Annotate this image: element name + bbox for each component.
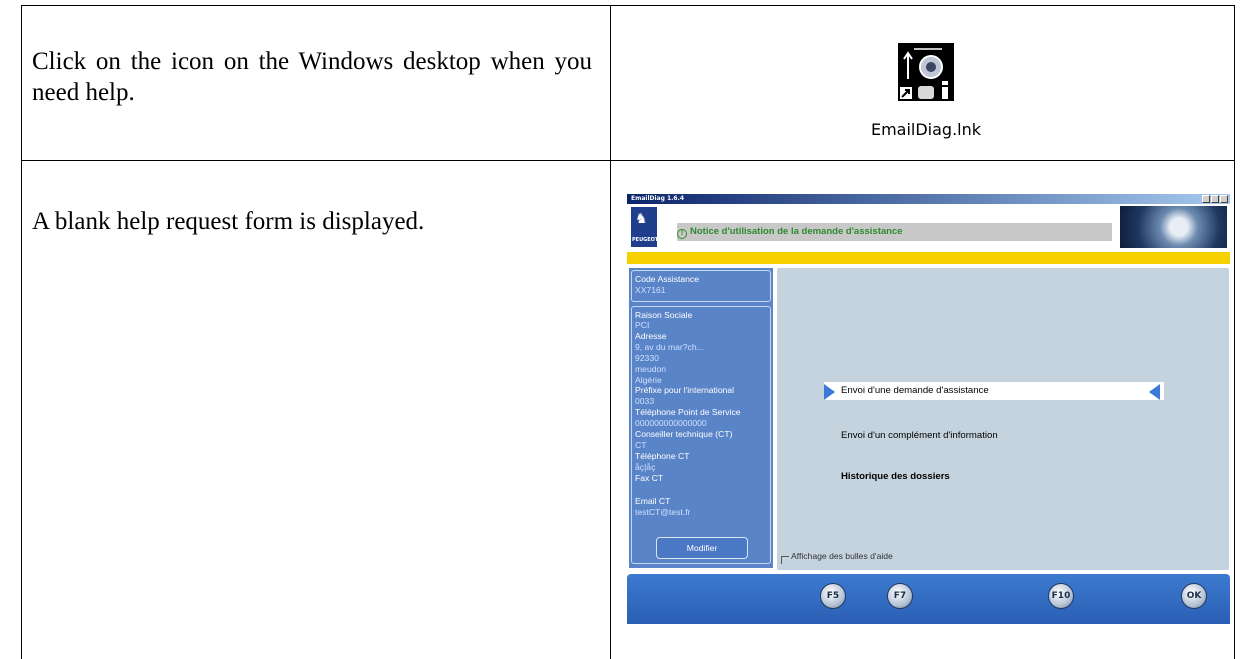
adresse-line-1: 9, av du mar?ch... xyxy=(635,342,704,352)
window-controls xyxy=(1202,195,1228,203)
table-border-top xyxy=(21,5,1235,6)
adresse-line-4: Algérie xyxy=(635,375,662,385)
tel-ps-value: 000000000000000 xyxy=(635,418,707,428)
tel-ct-label: Téléphone CT xyxy=(635,451,690,461)
table-border-left xyxy=(21,5,22,659)
email-ct-value: testCT@test.fr xyxy=(635,507,691,517)
main-menu-panel: Envoi d'une demande d'assistance Envoi d… xyxy=(777,268,1229,570)
brand-banner-image xyxy=(1120,206,1227,248)
accent-band xyxy=(627,252,1230,264)
prefix-label: Préfixe pour l'international xyxy=(635,385,735,395)
raison-value: PCI xyxy=(635,320,650,330)
table-column-divider xyxy=(610,5,611,659)
tel-ps-label: Téléphone Point de Service xyxy=(635,407,741,417)
emaildiag-shortcut-icon[interactable] xyxy=(898,43,954,101)
assistance-code-box: Code Assistance XX7161 xyxy=(631,270,771,302)
menu-item-send-request[interactable]: Envoi d'une demande d'assistance xyxy=(841,385,989,396)
code-value: XX7161 xyxy=(635,285,666,295)
fax-ct-label: Fax CT xyxy=(635,473,664,483)
lion-icon: ♞ xyxy=(635,211,648,227)
raison-label: Raison Sociale xyxy=(635,310,693,320)
dealer-details-box: Raison Sociale PCI Adresse 9, av du mar?… xyxy=(631,306,771,564)
tooltips-checkbox[interactable] xyxy=(781,556,789,564)
ok-button[interactable]: OK xyxy=(1181,583,1207,609)
window-titlebar: EmailDiag 1.6.4 xyxy=(627,194,1230,204)
notice-label: Notice d'utilisation de la demande d'ass… xyxy=(690,226,903,237)
menu-item-send-complement[interactable]: Envoi d'un complément d'information xyxy=(841,430,998,441)
window-title: EmailDiag 1.6.4 xyxy=(631,195,685,202)
adresse-line-2: 92330 xyxy=(635,353,659,363)
code-label: Code Assistance xyxy=(635,274,700,284)
emaildiag-window: EmailDiag 1.6.4 ♞ PEUGEOT ! Notice d'util… xyxy=(627,194,1230,624)
maximize-button[interactable] xyxy=(1211,195,1219,203)
tooltips-checkbox-label: Affichage des bulles d'aide xyxy=(791,551,893,561)
notice-link[interactable]: ! Notice d'utilisation de la demande d'as… xyxy=(677,223,1112,241)
f10-button[interactable]: F10 xyxy=(1048,583,1074,609)
menu-item-history[interactable]: Historique des dossiers xyxy=(841,471,950,482)
table-row-divider xyxy=(21,160,1235,161)
f7-button[interactable]: F7 xyxy=(887,583,913,609)
table-border-right xyxy=(1234,5,1235,659)
tel-ct-value: åç|åç xyxy=(635,462,656,472)
selection-arrow-right-icon xyxy=(824,384,835,400)
ct-label: Conseiller technique (CT) xyxy=(635,429,733,439)
ct-value: CT xyxy=(635,440,647,450)
dealer-info-panel: Code Assistance XX7161 Raison Sociale PC… xyxy=(629,268,773,568)
modify-button[interactable]: Modifier xyxy=(656,537,748,559)
shortcut-caption: EmailDiag.lnk xyxy=(870,120,982,139)
prefix-value: 0033 xyxy=(635,396,655,406)
instruction-text-row-1: Click on the icon on the Windows desktop… xyxy=(32,48,592,106)
function-key-toolbar: F5 F7 F10 OK xyxy=(627,574,1230,624)
f5-button[interactable]: F5 xyxy=(820,583,846,609)
close-button[interactable] xyxy=(1220,195,1228,203)
peugeot-logo: ♞ PEUGEOT xyxy=(631,207,659,247)
brand-name: PEUGEOT xyxy=(632,237,659,243)
adresse-line-3: meudon xyxy=(635,364,667,374)
info-icon: ! xyxy=(677,229,687,239)
selection-arrow-left-icon xyxy=(1149,384,1160,400)
instruction-text-row-2: A blank help request form is displayed. xyxy=(32,208,425,235)
email-ct-label: Email CT xyxy=(635,496,671,506)
adresse-label: Adresse xyxy=(635,331,667,341)
notice-text: ! Notice d'utilisation de la demande d'as… xyxy=(677,223,903,241)
minimize-button[interactable] xyxy=(1202,195,1210,203)
app-header: ♞ PEUGEOT ! Notice d'utilisation de la de… xyxy=(627,204,1230,252)
